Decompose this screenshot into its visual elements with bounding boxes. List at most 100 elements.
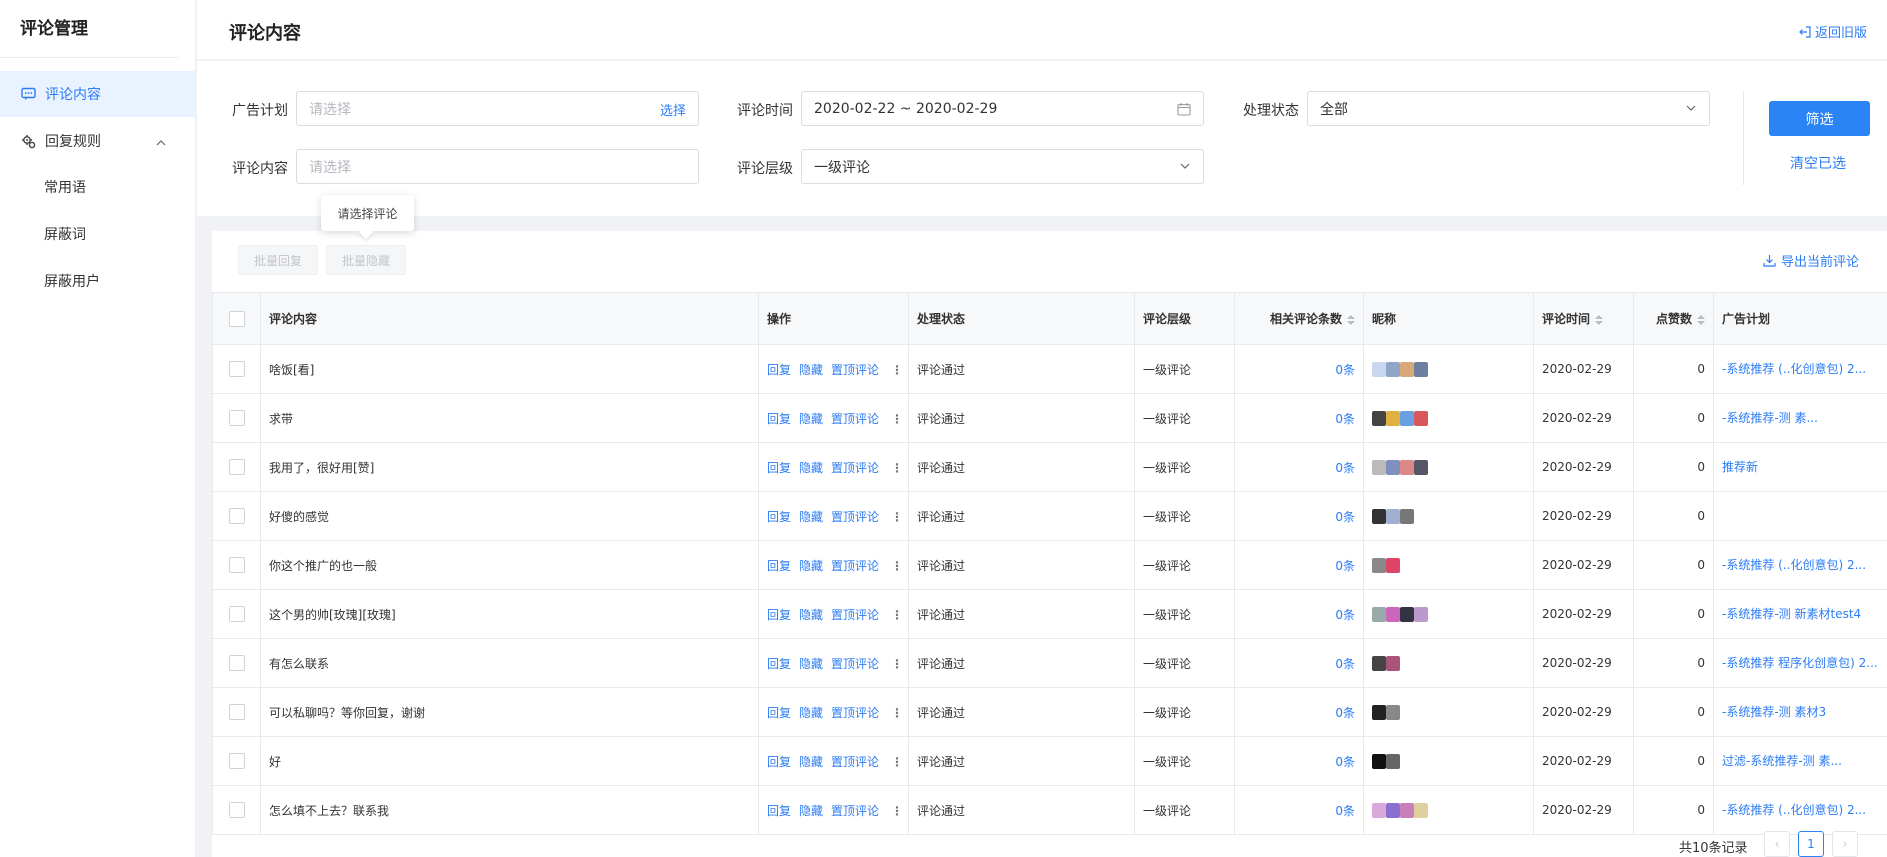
plan-link[interactable]: 推荐新 bbox=[1722, 460, 1758, 474]
table-row[interactable]: 你这个推广的也一般 回复 隐藏 置顶评论 ⋮ 评论通过 一级评论 0条 2020-02… bbox=[212, 540, 1887, 590]
select-all-checkbox[interactable] bbox=[228, 310, 245, 327]
plan-link[interactable]: -系统推荐 程序化创意包) 2... bbox=[1722, 656, 1878, 670]
pin-action[interactable]: 置顶评论 bbox=[831, 412, 879, 426]
hide-action[interactable]: 隐藏 bbox=[799, 706, 823, 720]
pin-action[interactable]: 置顶评论 bbox=[831, 755, 879, 769]
col-likes[interactable]: 点赞数 bbox=[1633, 292, 1714, 345]
filter-button[interactable]: 筛选 bbox=[1769, 101, 1870, 136]
reply-action[interactable]: 回复 bbox=[767, 461, 791, 475]
hide-action[interactable]: 隐藏 bbox=[799, 657, 823, 671]
plan-link[interactable]: -系统推荐-测 新素材test4 bbox=[1722, 607, 1861, 621]
hide-action[interactable]: 隐藏 bbox=[799, 412, 823, 426]
row-checkbox[interactable] bbox=[228, 704, 245, 720]
table-row[interactable]: 这个男的帅[玫瑰][玫瑰] 回复 隐藏 置顶评论 ⋮ 评论通过 一级评论 0条 202… bbox=[212, 589, 1887, 639]
plan-link[interactable]: 过滤-系统推荐-测 素... bbox=[1722, 754, 1842, 768]
row-checkbox[interactable] bbox=[228, 557, 245, 573]
reply-action[interactable]: 回复 bbox=[767, 608, 791, 622]
more-icon[interactable]: ⋮ bbox=[891, 755, 903, 769]
plan-link[interactable]: -系统推荐 (..化创意包) 2... bbox=[1722, 558, 1866, 572]
pin-action[interactable]: 置顶评论 bbox=[831, 608, 879, 622]
more-icon[interactable]: ⋮ bbox=[891, 657, 903, 671]
plan-link[interactable]: -系统推荐 (..化创意包) 2... bbox=[1722, 362, 1866, 376]
more-icon[interactable]: ⋮ bbox=[891, 363, 903, 377]
content-select[interactable]: 请选择 bbox=[296, 149, 699, 184]
comment-time-range-picker[interactable]: 2020-02-22 ~ 2020-02-29 bbox=[801, 91, 1204, 126]
more-icon[interactable]: ⋮ bbox=[891, 412, 903, 426]
ad-plan-choose-button[interactable]: 选择 bbox=[660, 100, 686, 119]
reply-action[interactable]: 回复 bbox=[767, 510, 791, 524]
sidebar-item-blocked-users[interactable]: 屏蔽用户 bbox=[0, 259, 196, 305]
pin-action[interactable]: 置顶评论 bbox=[831, 363, 879, 377]
table-row[interactable]: 好 回复 隐藏 置顶评论 ⋮ 评论通过 一级评论 0条 2020-02-29 0 过滤… bbox=[212, 736, 1887, 786]
row-checkbox[interactable] bbox=[228, 655, 245, 671]
table-row[interactable]: 怎么填不上去？联系我 回复 隐藏 置顶评论 ⋮ 评论通过 一级评论 0条 2020-0… bbox=[212, 785, 1887, 835]
col-related[interactable]: 相关评论条数 bbox=[1234, 292, 1364, 345]
sort-icon[interactable] bbox=[1595, 314, 1604, 325]
sort-icon[interactable] bbox=[1697, 314, 1705, 325]
hide-action[interactable]: 隐藏 bbox=[799, 559, 823, 573]
related-count-link[interactable]: 0条 bbox=[1335, 706, 1355, 720]
plan-link[interactable]: -系统推荐 (..化创意包) 2... bbox=[1722, 803, 1866, 817]
level-select[interactable]: 一级评论 bbox=[801, 149, 1204, 184]
reply-action[interactable]: 回复 bbox=[767, 363, 791, 377]
hide-action[interactable]: 隐藏 bbox=[799, 755, 823, 769]
table-row[interactable]: 我用了，很好用[赞] 回复 隐藏 置顶评论 ⋮ 评论通过 一级评论 0条 2020-0… bbox=[212, 442, 1887, 492]
pin-action[interactable]: 置顶评论 bbox=[831, 706, 879, 720]
row-checkbox[interactable] bbox=[228, 753, 245, 769]
hide-action[interactable]: 隐藏 bbox=[799, 461, 823, 475]
pin-action[interactable]: 置顶评论 bbox=[831, 510, 879, 524]
related-count-link[interactable]: 0条 bbox=[1335, 559, 1355, 573]
batch-reply-button[interactable]: 批量回复 bbox=[238, 245, 318, 275]
more-icon[interactable]: ⋮ bbox=[891, 559, 903, 573]
related-count-link[interactable]: 0条 bbox=[1335, 461, 1355, 475]
row-checkbox[interactable] bbox=[228, 802, 245, 818]
batch-hide-button[interactable]: 批量隐藏 bbox=[326, 245, 406, 275]
more-icon[interactable]: ⋮ bbox=[891, 510, 903, 524]
related-count-link[interactable]: 0条 bbox=[1335, 363, 1355, 377]
back-to-old-version-link[interactable]: 返回旧版 bbox=[1799, 22, 1867, 41]
table-row[interactable]: 好傻的感觉 回复 隐藏 置顶评论 ⋮ 评论通过 一级评论 0条 2020-02-29 … bbox=[212, 491, 1887, 541]
table-row[interactable]: 可以私聊吗？等你回复，谢谢 回复 隐藏 置顶评论 ⋮ 评论通过 一级评论 0条 202… bbox=[212, 687, 1887, 737]
table-row[interactable]: 有怎么联系 回复 隐藏 置顶评论 ⋮ 评论通过 一级评论 0条 2020-02-29 … bbox=[212, 638, 1887, 688]
more-icon[interactable]: ⋮ bbox=[891, 461, 903, 475]
export-comments-link[interactable]: 导出当前评论 bbox=[1763, 251, 1859, 270]
more-icon[interactable]: ⋮ bbox=[891, 608, 903, 622]
related-count-link[interactable]: 0条 bbox=[1335, 804, 1355, 818]
prev-page-button[interactable]: ‹ bbox=[1764, 831, 1790, 857]
row-checkbox[interactable] bbox=[228, 361, 245, 377]
hide-action[interactable]: 隐藏 bbox=[799, 804, 823, 818]
related-count-link[interactable]: 0条 bbox=[1335, 510, 1355, 524]
reply-action[interactable]: 回复 bbox=[767, 412, 791, 426]
pin-action[interactable]: 置顶评论 bbox=[831, 804, 879, 818]
row-checkbox[interactable] bbox=[228, 606, 245, 622]
more-icon[interactable]: ⋮ bbox=[891, 804, 903, 818]
more-icon[interactable]: ⋮ bbox=[891, 706, 903, 720]
row-checkbox[interactable] bbox=[228, 508, 245, 524]
reply-action[interactable]: 回复 bbox=[767, 804, 791, 818]
ad-plan-select[interactable]: 请选择 选择 bbox=[296, 91, 699, 126]
col-time[interactable]: 评论时间 bbox=[1533, 292, 1634, 345]
related-count-link[interactable]: 0条 bbox=[1335, 657, 1355, 671]
status-select[interactable]: 全部 bbox=[1307, 91, 1710, 126]
sidebar-item-phrases[interactable]: 常用语 bbox=[0, 165, 196, 211]
plan-link[interactable]: -系统推荐-测 素材3 bbox=[1722, 705, 1826, 719]
table-row[interactable]: 啥饭[看] 回复 隐藏 置顶评论 ⋮ 评论通过 一级评论 0条 2020-02-29 … bbox=[212, 344, 1887, 394]
reply-action[interactable]: 回复 bbox=[767, 755, 791, 769]
next-page-button[interactable]: › bbox=[1832, 831, 1858, 857]
hide-action[interactable]: 隐藏 bbox=[799, 510, 823, 524]
hide-action[interactable]: 隐藏 bbox=[799, 608, 823, 622]
pin-action[interactable]: 置顶评论 bbox=[831, 461, 879, 475]
reply-action[interactable]: 回复 bbox=[767, 706, 791, 720]
page-1-button[interactable]: 1 bbox=[1798, 831, 1824, 857]
reply-action[interactable]: 回复 bbox=[767, 559, 791, 573]
related-count-link[interactable]: 0条 bbox=[1335, 755, 1355, 769]
row-checkbox[interactable] bbox=[228, 410, 245, 426]
related-count-link[interactable]: 0条 bbox=[1335, 608, 1355, 622]
plan-link[interactable]: -系统推荐-测 素... bbox=[1722, 411, 1818, 425]
pin-action[interactable]: 置顶评论 bbox=[831, 657, 879, 671]
sidebar-item-reply-rules[interactable]: 回复规则 bbox=[0, 118, 196, 164]
hide-action[interactable]: 隐藏 bbox=[799, 363, 823, 377]
row-checkbox[interactable] bbox=[228, 459, 245, 475]
related-count-link[interactable]: 0条 bbox=[1335, 412, 1355, 426]
sort-icon[interactable] bbox=[1347, 314, 1355, 325]
